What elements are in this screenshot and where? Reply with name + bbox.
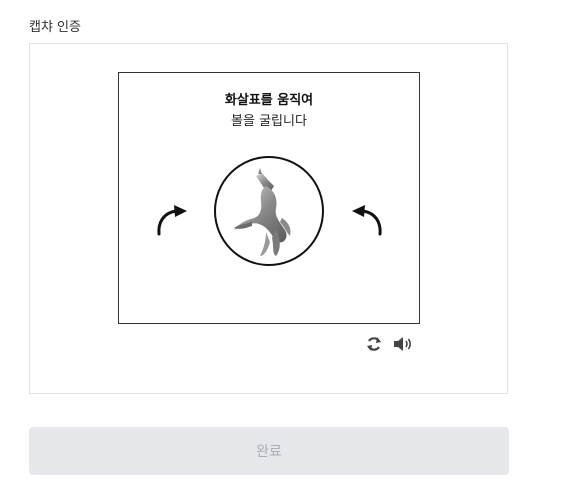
page-title: 캡챠 인증 <box>29 20 81 35</box>
rotating-ball-image <box>214 156 324 266</box>
instruction-line-2: 볼을 굴립니다 <box>231 114 307 129</box>
refresh-icon[interactable] <box>365 335 383 353</box>
rotate-left-arrow-icon[interactable] <box>154 203 190 239</box>
speaker-icon[interactable] <box>393 335 415 353</box>
captcha-frame: 화살표를 움직여 볼을 굴립니다 <box>118 72 420 324</box>
submit-button[interactable]: 완료 <box>29 427 509 475</box>
instruction-line-1: 화살표를 움직여 <box>224 93 314 108</box>
rotate-right-arrow-icon[interactable] <box>349 203 385 239</box>
